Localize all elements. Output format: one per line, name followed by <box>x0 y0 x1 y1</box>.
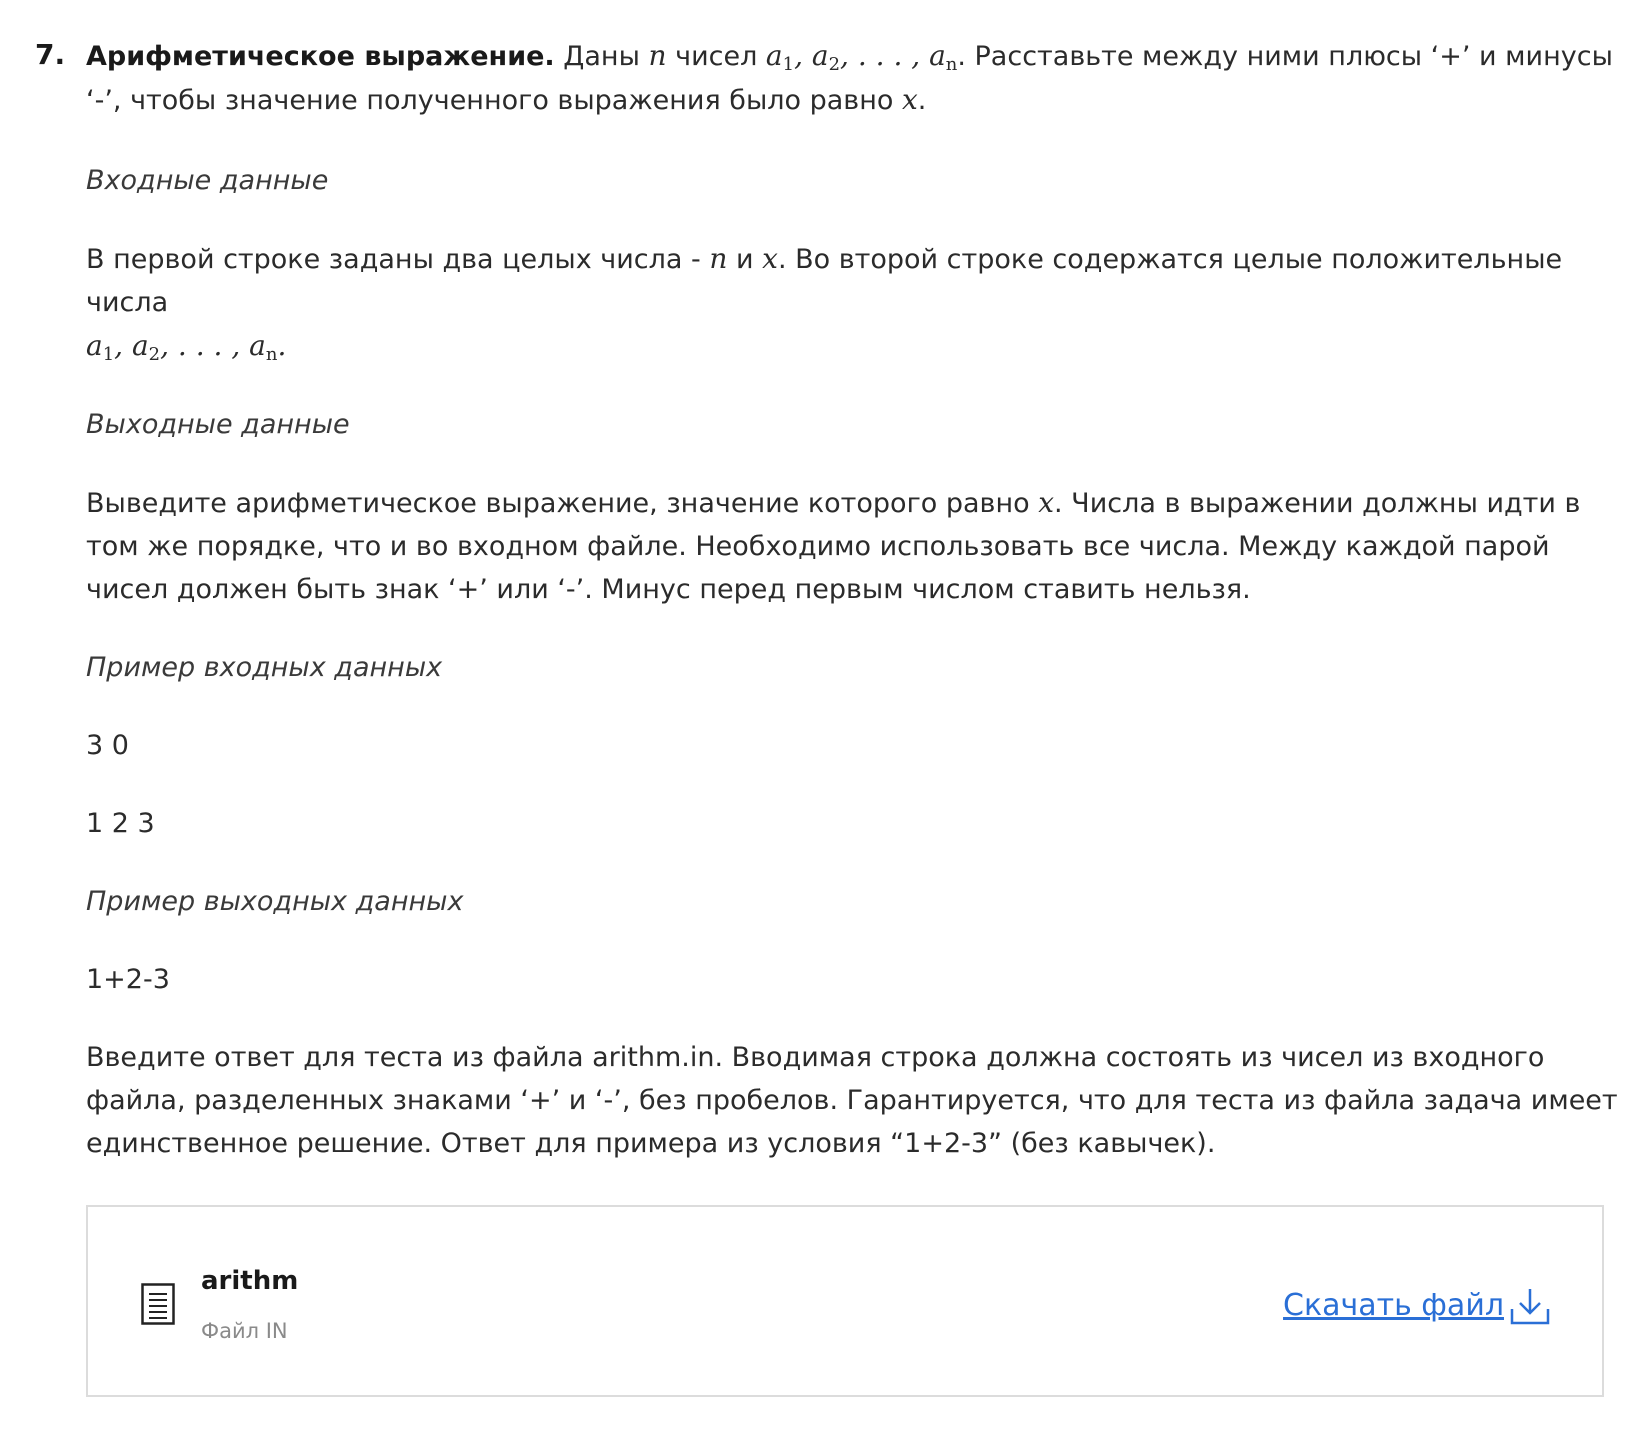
document-icon <box>141 1283 175 1325</box>
answer-instructions: Введите ответ для теста из файла arithm.… <box>86 1042 1618 1159</box>
download-file-link[interactable]: Скачать файл <box>1283 1283 1552 1327</box>
math-subscript: n <box>265 344 278 365</box>
input-heading: Входные данные <box>86 165 329 196</box>
math-ellipsis: , . . . , <box>160 329 250 362</box>
math-x: x <box>1038 486 1055 519</box>
sample-output: 1+2-3 <box>86 964 170 995</box>
problem-statement: Арифметическое выражение. Даны n чисел a… <box>86 34 1626 122</box>
output-description: Выведите арифметическое выражение, значе… <box>86 481 1626 611</box>
download-label: Скачать файл <box>1283 1287 1504 1323</box>
math-x: x <box>762 242 778 275</box>
file-name: arithm <box>201 1266 299 1296</box>
math-period: . <box>277 329 287 362</box>
output-heading: Выходные данные <box>86 409 350 440</box>
math-a: a <box>131 329 149 362</box>
sample-input-heading: Пример входных данных <box>86 652 443 683</box>
math-a: a <box>765 39 783 72</box>
input-description: В первой строке заданы два целых числа -… <box>86 237 1626 368</box>
math-ellipsis: , . . . , <box>840 39 930 72</box>
math-a: a <box>249 329 266 362</box>
input-text: В первой строке заданы два целых числа - <box>86 244 710 275</box>
problem-title: Арифметическое выражение. <box>86 41 555 72</box>
sample-input-line: 1 2 3 <box>86 808 155 839</box>
output-text: Выведите арифметическое выражение, значе… <box>86 488 1039 519</box>
download-arrow-icon <box>1510 1289 1550 1325</box>
math-sequence: a1, a2, . . . , an. <box>86 329 287 365</box>
math-a: a <box>86 329 103 362</box>
math-subscript: 2 <box>828 54 841 75</box>
math-n: n <box>709 242 728 275</box>
input-text: и <box>727 244 763 275</box>
statement-text: чисел <box>666 41 766 72</box>
file-attachment-card: arithm Файл IN Скачать файл <box>86 1205 1604 1397</box>
math-subscript: n <box>945 54 958 75</box>
math-subscript: 1 <box>782 54 795 75</box>
sample-input-line: 3 0 <box>86 730 129 761</box>
math-a: a <box>811 39 829 72</box>
math-a: a <box>929 39 946 72</box>
math-subscript: 2 <box>148 344 161 365</box>
math-sequence: a1, a2, . . . , an <box>765 39 958 75</box>
statement-text: . <box>917 85 927 116</box>
statement-text: Даны <box>554 41 649 72</box>
sample-output-heading: Пример выходных данных <box>86 886 464 917</box>
math-x: x <box>901 83 918 116</box>
file-type: Файл IN <box>201 1319 288 1343</box>
problem-content: Арифметическое выражение. Даны n чисел a… <box>86 34 1626 1165</box>
math-subscript: 1 <box>102 344 115 365</box>
problem-number: 7. <box>35 38 66 71</box>
math-n: n <box>648 39 667 72</box>
